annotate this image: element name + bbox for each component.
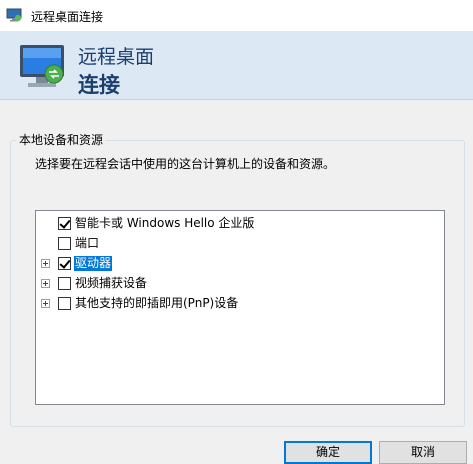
banner-title-line2: 连接 xyxy=(78,73,120,97)
expand-plus-icon[interactable] xyxy=(41,279,50,288)
tree-item-video-capture[interactable]: 视频捕获设备 xyxy=(36,274,444,294)
groupbox-legend: 本地设备和资源 xyxy=(16,131,107,148)
expand-plus-icon[interactable] xyxy=(41,259,50,268)
tree-item-label: 视频捕获设备 xyxy=(75,276,148,290)
groupbox-description: 选择要在远程会话中使用的这台计算机上的设备和资源。 xyxy=(35,157,336,171)
ok-button[interactable]: 确定 xyxy=(284,441,372,464)
checkbox[interactable] xyxy=(58,257,71,270)
title-bar: 远程桌面连接 xyxy=(0,0,473,31)
header-banner: 远程桌面 连接 xyxy=(0,31,473,100)
tree-item-ports[interactable]: 端口 xyxy=(36,234,444,254)
remote-desktop-icon xyxy=(6,8,22,22)
checkbox[interactable] xyxy=(58,217,71,230)
tree-item-label: 驱动器 xyxy=(74,256,113,271)
window-title: 远程桌面连接 xyxy=(31,10,104,24)
tree-item-drives[interactable]: 驱动器 xyxy=(36,254,444,274)
expand-plus-icon[interactable] xyxy=(41,299,50,308)
checkbox[interactable] xyxy=(58,237,71,250)
tree-item-label: 端口 xyxy=(75,236,100,250)
tree-item-smartcard[interactable]: 智能卡或 Windows Hello 企业版 xyxy=(36,214,444,234)
tree-item-pnp-devices[interactable]: 其他支持的即插即用(PnP)设备 xyxy=(36,294,444,314)
banner-title-line1: 远程桌面 xyxy=(78,46,155,68)
devices-tree[interactable]: 智能卡或 Windows Hello 企业版 端口 驱动器 视频捕获设备 其他支… xyxy=(35,210,445,405)
tree-item-label: 智能卡或 Windows Hello 企业版 xyxy=(75,216,255,230)
cancel-button[interactable]: 取消 xyxy=(379,441,467,464)
remote-desktop-icon xyxy=(20,45,64,87)
tree-item-label: 其他支持的即插即用(PnP)设备 xyxy=(75,296,239,310)
checkbox[interactable] xyxy=(58,297,71,310)
checkbox[interactable] xyxy=(58,277,71,290)
